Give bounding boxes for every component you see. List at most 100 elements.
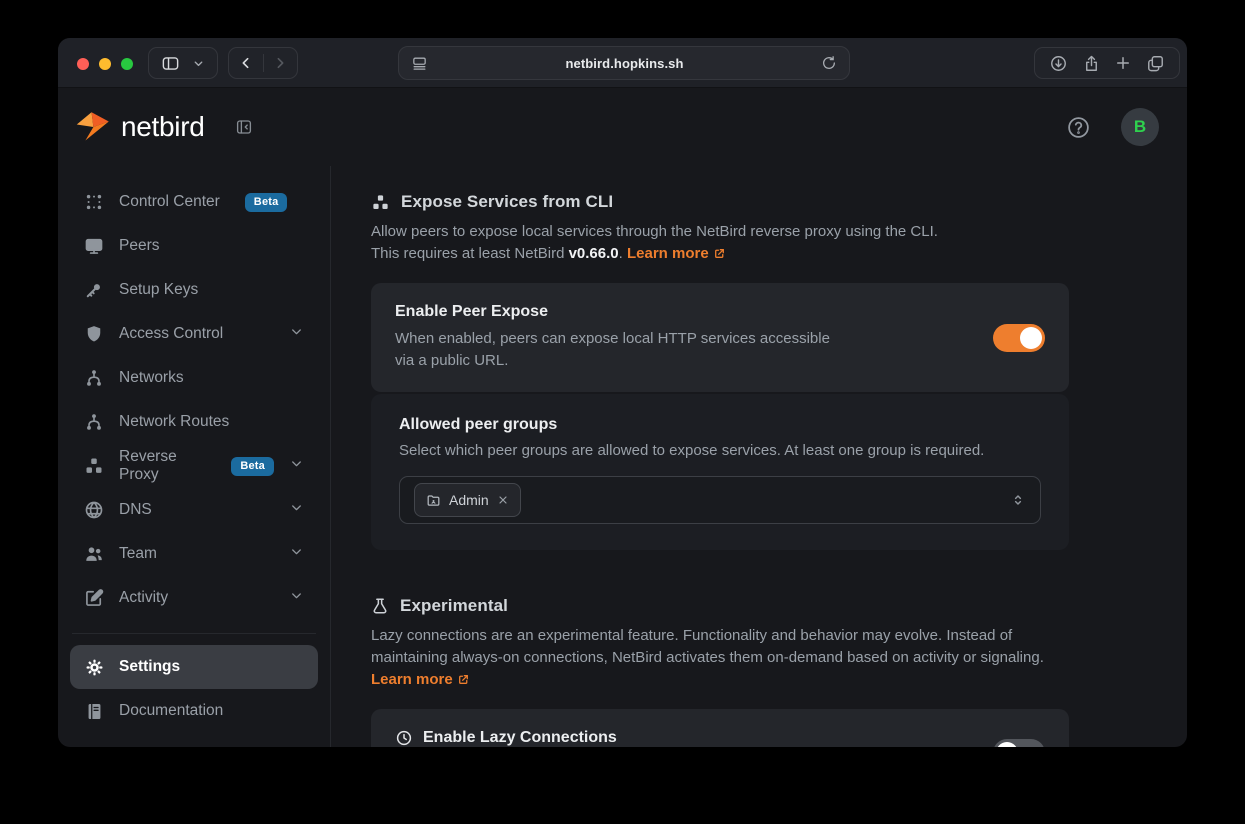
sidebar-item-dns[interactable]: DNS bbox=[70, 488, 318, 532]
toggle-knob bbox=[996, 742, 1018, 748]
beta-badge: Beta bbox=[245, 193, 288, 212]
activity-icon bbox=[84, 588, 104, 608]
key-icon bbox=[84, 280, 104, 300]
boxes-icon bbox=[84, 456, 104, 476]
section-title: Expose Services from CLI bbox=[401, 192, 613, 212]
section-title: Experimental bbox=[400, 596, 508, 616]
share-icon[interactable] bbox=[1082, 54, 1101, 73]
nav-buttons bbox=[228, 47, 298, 79]
avatar-letter: B bbox=[1134, 117, 1146, 137]
help-icon[interactable] bbox=[1066, 115, 1091, 140]
requires-text: This requires at least NetBird bbox=[371, 245, 569, 262]
sidebar-item-control-center[interactable]: Control Center Beta bbox=[70, 180, 318, 224]
reload-icon[interactable] bbox=[821, 55, 837, 71]
users-icon bbox=[84, 544, 104, 564]
network-icon bbox=[84, 368, 104, 388]
folder-group-icon bbox=[426, 493, 441, 508]
learn-more-link[interactable]: Learn more bbox=[371, 671, 453, 688]
sidebar-item-label: Team bbox=[119, 545, 157, 563]
sidebar-item-label: Network Routes bbox=[119, 413, 229, 431]
chevron-down-icon bbox=[289, 544, 304, 564]
peer-groups-select[interactable]: Admin bbox=[399, 476, 1041, 524]
sidebar-toggle-icon[interactable] bbox=[161, 54, 180, 73]
group-tag-admin[interactable]: Admin bbox=[414, 483, 521, 517]
expose-description-line2: This requires at least NetBird v0.66.0. … bbox=[371, 243, 1069, 267]
network-icon bbox=[84, 412, 104, 432]
experimental-section-header: Experimental bbox=[371, 596, 1187, 616]
reader-icon[interactable] bbox=[411, 55, 428, 72]
sidebar-item-network-routes[interactable]: Network Routes bbox=[70, 400, 318, 444]
sidebar: Control Center Beta Peers Setup Keys bbox=[58, 166, 331, 747]
monitor-icon bbox=[84, 236, 104, 256]
card-title: Enable Lazy Connections bbox=[423, 729, 617, 747]
minimize-window-button[interactable] bbox=[99, 58, 111, 70]
sidebar-item-label: DNS bbox=[119, 501, 152, 519]
sidebar-item-label: Documentation bbox=[119, 702, 223, 720]
experimental-description: Lazy connections are an experimental fea… bbox=[371, 625, 1069, 693]
external-link-icon bbox=[457, 671, 470, 693]
sidebar-item-reverse-proxy[interactable]: Reverse Proxy Beta bbox=[70, 444, 318, 488]
boxes-icon bbox=[371, 193, 390, 212]
flask-icon bbox=[371, 597, 389, 615]
learn-more-link[interactable]: Learn more bbox=[627, 245, 709, 262]
sidebar-item-label: Reverse Proxy bbox=[119, 448, 206, 484]
clock-icon bbox=[395, 729, 413, 747]
new-tab-icon[interactable] bbox=[1114, 54, 1132, 72]
lazy-connections-toggle[interactable] bbox=[993, 739, 1045, 748]
download-icon[interactable] bbox=[1049, 54, 1068, 73]
forward-icon[interactable] bbox=[263, 48, 297, 78]
sidebar-item-settings[interactable]: Settings bbox=[70, 645, 318, 689]
sidebar-item-team[interactable]: Team bbox=[70, 532, 318, 576]
sidebar-item-setup-keys[interactable]: Setup Keys bbox=[70, 268, 318, 312]
sidebar-divider bbox=[72, 633, 316, 634]
panel-description: Select which peer groups are allowed to … bbox=[399, 442, 1041, 459]
sidebar-item-label: Access Control bbox=[119, 325, 223, 343]
address-bar[interactable]: netbird.hopkins.sh bbox=[398, 46, 850, 80]
peer-expose-toggle[interactable] bbox=[993, 324, 1045, 352]
panel-title: Allowed peer groups bbox=[399, 416, 1041, 434]
experimental-text: Lazy connections are an experimental fea… bbox=[371, 627, 1044, 666]
sidebar-item-networks[interactable]: Networks bbox=[70, 356, 318, 400]
sidebar-item-documentation[interactable]: Documentation bbox=[70, 689, 318, 733]
back-icon[interactable] bbox=[229, 48, 263, 78]
browser-toolbar: netbird.hopkins.sh bbox=[58, 38, 1187, 88]
netbird-logo[interactable]: netbird bbox=[76, 111, 205, 143]
brand-name: netbird bbox=[121, 111, 205, 143]
gear-icon bbox=[84, 657, 104, 677]
zoom-window-button[interactable] bbox=[121, 58, 133, 70]
app-header: netbird B bbox=[58, 88, 1187, 166]
sidebar-item-label: Control Center bbox=[119, 193, 220, 211]
sidebar-item-access-control[interactable]: Access Control bbox=[70, 312, 318, 356]
toggle-knob bbox=[1020, 327, 1042, 349]
sidebar-item-label: Setup Keys bbox=[119, 281, 198, 299]
chevron-down-icon[interactable] bbox=[192, 57, 205, 70]
shield-icon bbox=[84, 324, 104, 344]
sidebar-item-peers[interactable]: Peers bbox=[70, 224, 318, 268]
sidebar-item-label: Settings bbox=[119, 658, 180, 676]
chevron-down-icon bbox=[289, 324, 304, 344]
tab-overview-icon[interactable] bbox=[1146, 54, 1165, 73]
url-text: netbird.hopkins.sh bbox=[428, 56, 821, 71]
card-description: When enabled, peers can expose local HTT… bbox=[395, 328, 845, 372]
window-controls bbox=[77, 58, 133, 70]
expose-description-line1: Allow peers to expose local services thr… bbox=[371, 221, 1069, 243]
version-text: v0.66.0 bbox=[569, 245, 619, 262]
group-tag-label: Admin bbox=[449, 492, 489, 508]
remove-tag-icon[interactable] bbox=[497, 494, 509, 506]
period-text: . bbox=[619, 245, 627, 262]
chevrons-up-down-icon bbox=[1010, 492, 1026, 508]
sidebar-item-label: Peers bbox=[119, 237, 160, 255]
expose-section-header: Expose Services from CLI bbox=[371, 192, 1187, 212]
browser-window: netbird.hopkins.sh bbox=[58, 38, 1187, 747]
sidebar-toggle-group bbox=[148, 47, 218, 79]
allowed-peer-groups-panel: Allowed peer groups Select which peer gr… bbox=[371, 394, 1069, 550]
external-link-icon bbox=[713, 245, 726, 267]
enable-lazy-connections-card: Enable Lazy Connections Allow to establi… bbox=[371, 709, 1069, 747]
close-window-button[interactable] bbox=[77, 58, 89, 70]
sidebar-item-label: Networks bbox=[119, 369, 184, 387]
globe-icon bbox=[84, 500, 104, 520]
settings-content: Expose Services from CLI Allow peers to … bbox=[331, 166, 1187, 747]
panel-collapse-icon[interactable] bbox=[235, 118, 253, 136]
sidebar-item-activity[interactable]: Activity bbox=[70, 576, 318, 620]
avatar[interactable]: B bbox=[1121, 108, 1159, 146]
